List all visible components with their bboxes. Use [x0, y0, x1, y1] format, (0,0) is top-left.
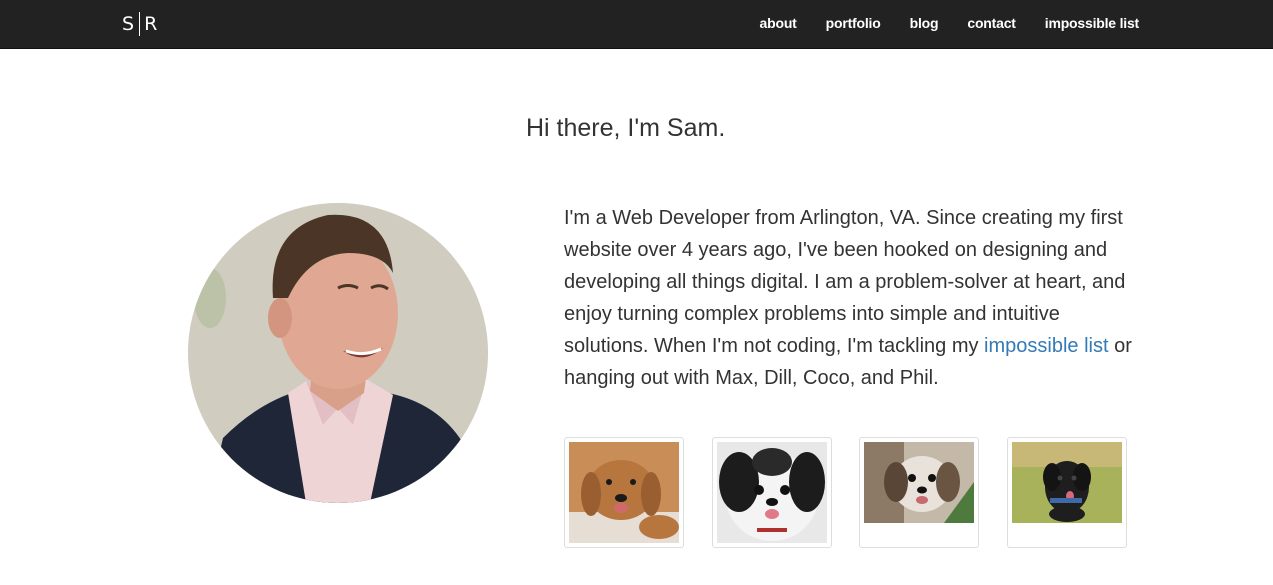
- brand-divider: [139, 12, 141, 36]
- black-dog-grass-photo: [1012, 442, 1122, 523]
- bio-paragraph: I'm a Web Developer from Arlington, VA. …: [564, 202, 1136, 394]
- dog-thumbnail-3[interactable]: [859, 437, 979, 548]
- golden-retriever-photo: [569, 442, 679, 543]
- black-white-dog-photo: [717, 442, 827, 543]
- top-navbar: S R about portfolio blog contact impossi…: [0, 0, 1273, 49]
- brand-logo[interactable]: S R: [122, 11, 158, 37]
- impossible-list-link[interactable]: impossible list: [984, 335, 1108, 357]
- nav-link-portfolio[interactable]: portfolio: [826, 15, 881, 31]
- dog-thumbnail-1[interactable]: [564, 437, 684, 548]
- dog-thumbnail-4[interactable]: [1007, 437, 1127, 548]
- profile-photo-image: [188, 203, 488, 503]
- page-title: Hi there, I'm Sam.: [526, 114, 726, 142]
- dog-thumbnail-2[interactable]: [712, 437, 832, 548]
- brand-letter-r: R: [144, 13, 159, 35]
- shih-tzu-photo: [864, 442, 974, 523]
- nav-link-impossible-list[interactable]: impossible list: [1045, 15, 1139, 31]
- brand-letter-s: S: [122, 13, 136, 35]
- nav-links: about portfolio blog contact impossible …: [760, 0, 1140, 46]
- nav-link-blog[interactable]: blog: [910, 15, 939, 31]
- avatar: [188, 203, 488, 503]
- nav-link-contact[interactable]: contact: [967, 15, 1016, 31]
- nav-link-about[interactable]: about: [760, 15, 797, 31]
